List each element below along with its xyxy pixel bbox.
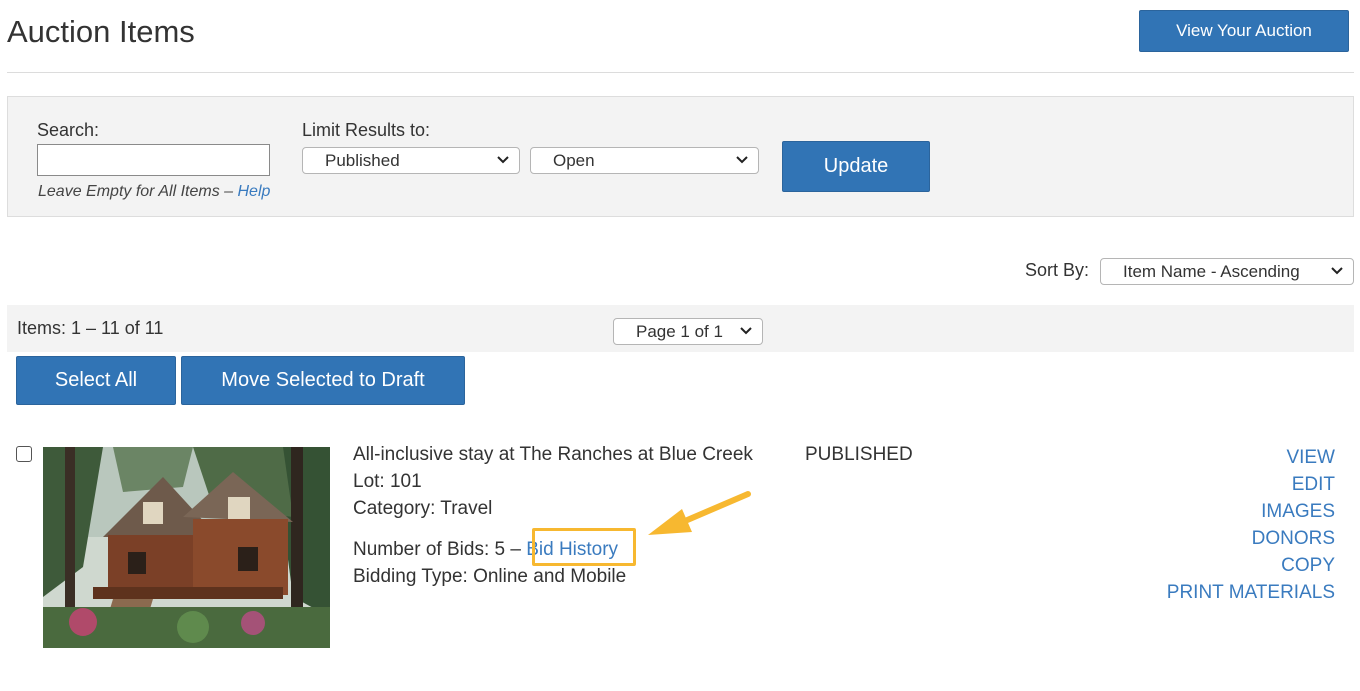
- results-bar: Items: 1 – 11 of 11 Page 1 of 1: [7, 305, 1354, 352]
- move-to-draft-button[interactable]: Move Selected to Draft: [181, 356, 465, 405]
- item-checkbox[interactable]: [16, 446, 32, 462]
- bids-count-text: Number of Bids: 5 –: [353, 539, 527, 560]
- status-select[interactable]: Published: [302, 147, 520, 174]
- search-label: Search:: [37, 120, 100, 140]
- print-materials-link[interactable]: PRINT MATERIALS: [1167, 579, 1335, 606]
- help-link[interactable]: Help: [237, 183, 270, 200]
- item-actions: VIEW EDIT IMAGES DONORS COPY PRINT MATER…: [1167, 444, 1335, 606]
- state-select[interactable]: Open: [530, 147, 759, 174]
- search-input[interactable]: [37, 144, 270, 176]
- page-title: Auction Items: [7, 14, 195, 49]
- cabin-image: [43, 447, 330, 648]
- item-lot: Lot: 101: [353, 471, 422, 492]
- items-count: Items: 1 – 11 of 11: [17, 318, 164, 338]
- status-badge: PUBLISHED: [805, 444, 913, 465]
- limit-results-label: Limit Results to:: [302, 120, 431, 140]
- chevron-down-icon: [740, 327, 752, 335]
- sort-select[interactable]: Item Name - Ascending: [1100, 258, 1354, 285]
- sort-select-value: Item Name - Ascending: [1123, 261, 1300, 281]
- item-name: All-inclusive stay at The Ranches at Blu…: [353, 444, 753, 465]
- view-link[interactable]: VIEW: [1167, 444, 1335, 471]
- images-link[interactable]: IMAGES: [1167, 498, 1335, 525]
- item-bidding-type: Bidding Type: Online and Mobile: [353, 566, 627, 587]
- status-select-value: Published: [325, 150, 400, 170]
- filter-panel: Search: Leave Empty for All Items – Help…: [7, 96, 1354, 217]
- annotation-arrow-icon: [648, 491, 751, 535]
- bid-history-highlight: [532, 528, 636, 566]
- title-divider: [7, 72, 1354, 73]
- donors-link[interactable]: DONORS: [1167, 525, 1335, 552]
- chevron-down-icon: [1331, 267, 1343, 275]
- select-all-button[interactable]: Select All: [16, 356, 176, 405]
- sort-by-label: Sort By:: [1025, 260, 1090, 280]
- chevron-down-icon: [497, 156, 509, 164]
- update-button[interactable]: Update: [782, 141, 930, 192]
- item-category: Category: Travel: [353, 498, 493, 519]
- edit-link[interactable]: EDIT: [1167, 471, 1335, 498]
- search-hint-text: Leave Empty for All Items –: [38, 183, 238, 200]
- search-hint: Leave Empty for All Items – Help: [38, 183, 270, 201]
- chevron-down-icon: [736, 156, 748, 164]
- state-select-value: Open: [553, 150, 595, 170]
- item-thumbnail: [43, 447, 330, 648]
- view-your-auction-button[interactable]: View Your Auction: [1139, 10, 1349, 52]
- page-select-value: Page 1 of 1: [636, 321, 723, 341]
- page-select[interactable]: Page 1 of 1: [613, 318, 763, 345]
- copy-link[interactable]: COPY: [1167, 552, 1335, 579]
